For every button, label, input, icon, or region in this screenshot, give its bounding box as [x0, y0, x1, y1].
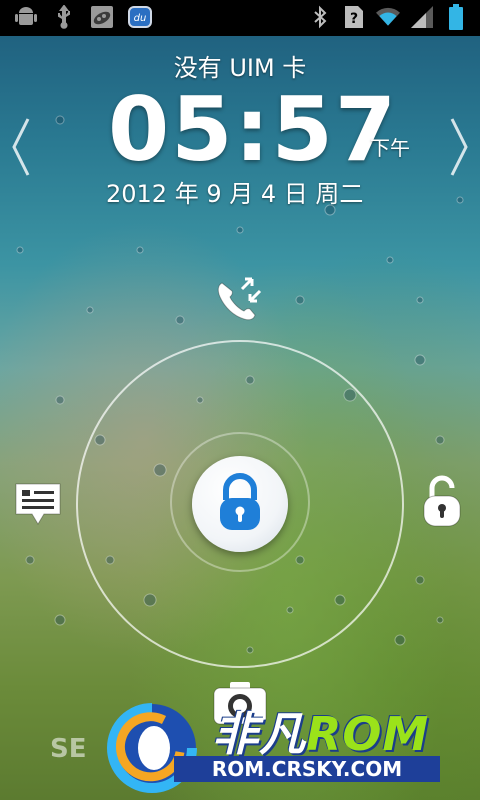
watermark-brand: 非凡ROM	[212, 698, 429, 764]
sim-unknown-icon: ?	[342, 5, 366, 29]
svg-text:du: du	[134, 13, 147, 24]
watermark-brand-rom: ROM	[306, 707, 430, 761]
clock-time: 05:57	[108, 78, 399, 181]
lock-date: 2012 年 9 月 4 日 周二	[106, 180, 364, 208]
clock-ampm: 下午	[370, 136, 410, 160]
page-left-arrow-icon[interactable]	[8, 115, 32, 179]
unlock-icon	[423, 475, 461, 527]
page-right-arrow-icon[interactable]	[448, 115, 472, 179]
watermark-site: ROM.CRSKY.COM	[174, 756, 440, 782]
pea-app-icon	[90, 5, 114, 29]
svg-text:?: ?	[350, 11, 358, 27]
message-target[interactable]	[10, 478, 66, 530]
system-indicators: ?	[308, 4, 468, 30]
usb-icon	[52, 5, 76, 29]
crsky-logo-icon	[107, 703, 197, 793]
battery-icon	[444, 4, 468, 30]
watermark-brand-cn: 非凡	[212, 707, 306, 761]
du-app-icon: du	[128, 5, 152, 29]
phone-call-target[interactable]	[210, 272, 270, 328]
message-icon	[15, 483, 61, 525]
wifi-icon	[376, 5, 400, 29]
bluetooth-icon	[308, 5, 332, 29]
phone-call-icon	[217, 277, 262, 321]
unlock-target[interactable]	[416, 472, 468, 532]
android-icon	[14, 5, 38, 29]
notification-icons: du	[14, 5, 152, 29]
lock-icon	[220, 473, 260, 530]
status-bar: du ?	[0, 0, 480, 36]
watermark: SE 非凡ROM ROM.CRSKY.COM	[40, 690, 480, 800]
signal-icon	[410, 5, 434, 29]
lock-handle[interactable]	[192, 456, 288, 552]
